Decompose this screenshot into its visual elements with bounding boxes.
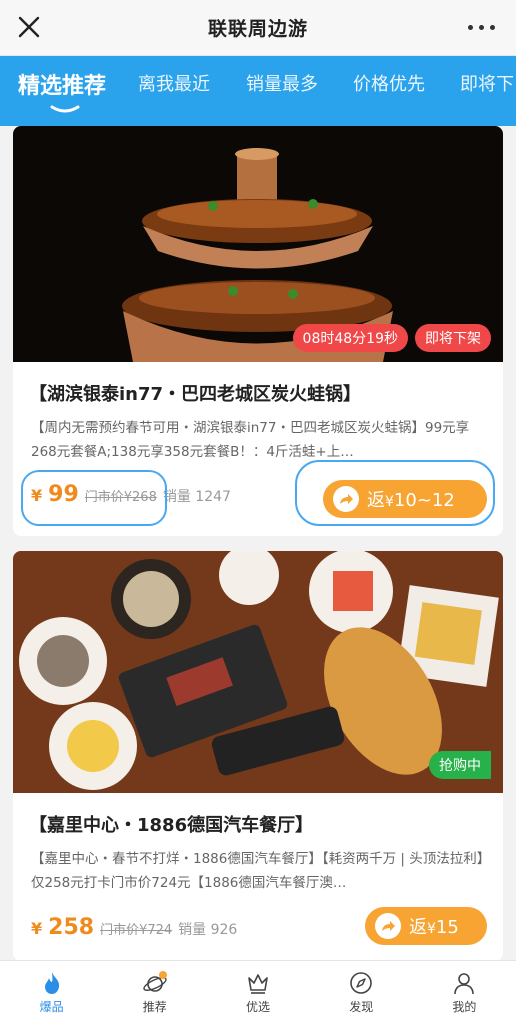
countdown-badge: 08时48分19秒 <box>292 324 408 352</box>
nav-select[interactable]: 优选 <box>206 961 309 1024</box>
status-badge: 即将下架 <box>415 324 491 352</box>
nav-discover[interactable]: 发现 <box>310 961 413 1024</box>
status-badge: 抢购中 <box>429 751 491 779</box>
nav-recommend[interactable]: 推荐 <box>103 961 206 1024</box>
planet-icon <box>143 971 167 992</box>
sales-count: 销量 1247 <box>162 489 231 505</box>
page-title: 联联周边游 <box>207 18 308 40</box>
product-name: 【嘉里中心・1886德国汽车餐厅】 <box>29 815 314 836</box>
product-name: 【湖滨银泰in77・巴四老城区炭火蛙锅】 <box>29 384 362 405</box>
price-row: ¥ 258 门市价¥724 销量 926 <box>31 915 237 940</box>
crown-icon <box>248 974 268 994</box>
tab-bar: 精选推荐 离我最近 销量最多 价格优先 即将下 <box>0 56 516 126</box>
tab-featured[interactable]: 精选推荐 <box>18 68 106 100</box>
compass-icon <box>350 972 373 994</box>
sale-price: 258 <box>48 915 95 940</box>
bottom-nav: 爆品 推荐 优选 发现 我的 <box>0 960 516 1024</box>
product-description: 【嘉里中心・春节不打烊・1886德国汽车餐厅】【耗资两千万 | 头顶法拉利】仅2… <box>31 851 484 891</box>
product-card[interactable]: 抢购中 【嘉里中心・1886德国汽车餐厅】 【嘉里中心・春节不打烊・1886德国… <box>13 551 503 960</box>
flame-icon <box>44 972 59 994</box>
nav-me[interactable]: 我的 <box>413 961 516 1024</box>
nav-hot[interactable]: 爆品 <box>0 961 103 1024</box>
tab-price[interactable]: 价格优先 <box>353 70 425 96</box>
product-card[interactable]: 08时48分19秒 即将下架 【湖滨银泰in77・巴四老城区炭火蛙锅】 【周内无… <box>13 126 503 536</box>
more-icon[interactable] <box>468 22 498 32</box>
highlight-annotation <box>21 470 167 526</box>
close-icon[interactable] <box>14 12 44 42</box>
tab-active-indicator <box>50 105 80 113</box>
product-list: 08时48分19秒 即将下架 【湖滨银泰in77・巴四老城区炭火蛙锅】 【周内无… <box>0 126 516 960</box>
product-description: 【周内无需预约春节可用・湖滨银泰in77・巴四老城区炭火蛙锅】99元享268元套… <box>31 420 470 460</box>
title-bar: 联联周边游 <box>0 0 516 56</box>
sales-count: 销量 926 <box>178 922 238 938</box>
highlight-annotation <box>295 460 495 526</box>
tab-best-selling[interactable]: 销量最多 <box>246 70 318 96</box>
currency-symbol: ¥ <box>31 919 43 938</box>
tab-ending-soon[interactable]: 即将下 <box>460 70 514 96</box>
tab-nearest[interactable]: 离我最近 <box>138 70 210 96</box>
restaurant-food-image <box>13 551 503 793</box>
share-arrow-icon <box>375 913 401 939</box>
rebate-button[interactable]: 返¥15 <box>365 907 487 945</box>
rebate-text: 返¥15 <box>409 917 459 938</box>
original-price: 门市价¥724 <box>100 923 173 938</box>
user-icon <box>454 973 475 995</box>
